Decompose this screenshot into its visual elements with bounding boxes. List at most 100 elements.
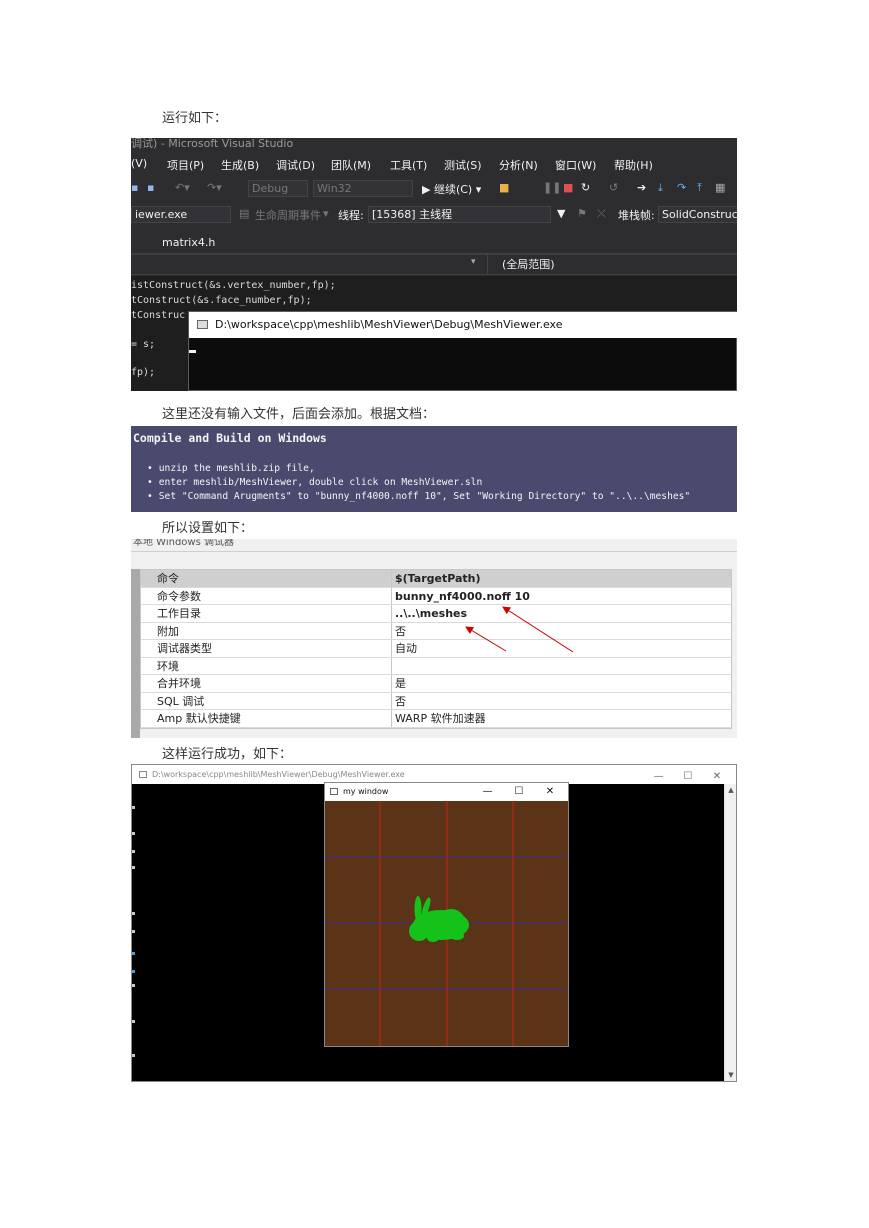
- my-window-title: my window: [343, 787, 389, 796]
- code-line: istConstruct(&s.vertex_number,fp);: [131, 280, 336, 291]
- show-next-statement-icon[interactable]: ↺: [609, 181, 618, 194]
- property-value[interactable]: 否: [392, 623, 731, 640]
- external-code-icon[interactable]: ⤬: [597, 207, 606, 221]
- step-arrow-icon[interactable]: ➔: [637, 181, 646, 194]
- lifecycle-events-label[interactable]: 生命周期事件: [255, 207, 321, 223]
- menu-item-team[interactable]: 团队(M): [331, 157, 371, 173]
- menu-item-test[interactable]: 测试(S): [444, 157, 482, 173]
- flag-toggle-icon[interactable]: ⚑: [577, 207, 587, 220]
- debugging-property-grid: 本地 Windows 调试器 命令 $(TargetPath) 命令参数 bunny_…: [131, 539, 737, 738]
- console-text-fragments: [132, 784, 136, 1081]
- save-all-icon[interactable]: ▪: [147, 181, 154, 194]
- console-app-icon: [197, 320, 208, 329]
- property-value[interactable]: 否: [392, 693, 731, 710]
- property-value[interactable]: $(TargetPath): [392, 570, 731, 587]
- paragraph-run-as-follows: 运行如下：: [162, 111, 228, 126]
- visual-studio-screenshot: 调试) - Microsoft Visual Studio (V) 项目(P) …: [131, 138, 737, 391]
- property-row[interactable]: 命令参数 bunny_nf4000.noff 10: [141, 587, 731, 605]
- undo-icon[interactable]: ↶▾: [175, 181, 190, 194]
- property-row[interactable]: 调试器类型 自动: [141, 640, 731, 658]
- process-select[interactable]: iewer.exe: [131, 206, 231, 223]
- chevron-down-icon[interactable]: ▾: [471, 257, 476, 267]
- scope-select[interactable]: (全局范围): [487, 255, 737, 275]
- maximize-icon[interactable]: ☐: [675, 767, 701, 786]
- property-name: 工作目录: [141, 605, 392, 622]
- menu-item-window[interactable]: 窗口(W): [555, 157, 596, 173]
- opengl-viewport[interactable]: [325, 801, 568, 1046]
- pause-icon[interactable]: ❚❚: [543, 181, 561, 194]
- documentation-box: Compile and Build on Windows unzip the m…: [131, 426, 737, 512]
- scroll-down-icon[interactable]: ▼: [725, 1071, 736, 1079]
- menu-item-help[interactable]: 帮助(H): [614, 157, 653, 173]
- meshviewer-run-screenshot: D:\workspace\cpp\meshlib\MeshViewer\Debu…: [131, 764, 737, 1082]
- vs-window-title: 调试) - Microsoft Visual Studio: [131, 138, 294, 150]
- hot-reload-icon[interactable]: ■: [499, 181, 509, 194]
- console-app-icon: [139, 771, 147, 778]
- minimize-icon[interactable]: —: [646, 767, 672, 786]
- tab-matrix4-h[interactable]: matrix4.h: [162, 236, 215, 249]
- console-window[interactable]: D:\workspace\cpp\meshlib\MeshViewer\Debu…: [188, 311, 737, 391]
- lifecycle-events-icon[interactable]: ▤: [239, 207, 249, 220]
- property-row[interactable]: Amp 默认快捷键 WARP 软件加速器: [141, 710, 731, 728]
- doc-steps-list: unzip the meshlib.zip file, enter meshli…: [147, 462, 690, 504]
- step-over-icon[interactable]: ↷: [677, 181, 686, 194]
- property-name: 附加: [141, 622, 392, 639]
- paragraph-no-input-file: 这里还没有输入文件，后面会添加。根据文档：: [162, 407, 436, 422]
- property-row[interactable]: 合并环境是: [141, 675, 731, 693]
- list-item: unzip the meshlib.zip file,: [147, 462, 690, 476]
- solution-platform-select[interactable]: Win32: [313, 180, 413, 197]
- property-name: 合并环境: [141, 675, 392, 692]
- menu-item-build[interactable]: 生成(B): [221, 157, 259, 173]
- meshviewer-console-title: D:\workspace\cpp\meshlib\MeshViewer\Debu…: [152, 770, 405, 779]
- menu-item-project[interactable]: 项目(P): [167, 157, 204, 173]
- property-name: 调试器类型: [141, 640, 392, 657]
- threads-icon[interactable]: ▦: [715, 181, 725, 194]
- property-name: SQL 调试: [141, 692, 392, 709]
- my-window[interactable]: my window — ☐ ✕: [324, 782, 569, 1047]
- property-value[interactable]: 自动: [392, 640, 731, 657]
- property-row[interactable]: 命令 $(TargetPath): [141, 570, 731, 588]
- property-value[interactable]: bunny_nf4000.noff 10: [392, 588, 731, 605]
- solution-config-select[interactable]: Debug: [248, 180, 308, 197]
- property-row[interactable]: SQL 调试否: [141, 692, 731, 710]
- console-title-bar[interactable]: D:\workspace\cpp\meshlib\MeshViewer\Debu…: [189, 312, 737, 338]
- vs-standard-toolbar: ▪ ▪ ↶▾ ↷▾ Debug Win32 ▶ 继续(C) ▾ ■ ❚❚ ■ ↻…: [131, 178, 737, 200]
- property-row[interactable]: 工作目录 ..\..\meshes: [141, 605, 731, 623]
- property-row[interactable]: 附加否: [141, 622, 731, 640]
- paragraph-settings: 所以设置如下：: [162, 521, 254, 536]
- stack-frame-select[interactable]: SolidConstruct: [658, 206, 737, 223]
- step-out-icon[interactable]: ⤒: [697, 181, 702, 195]
- minimize-icon[interactable]: —: [474, 783, 502, 801]
- close-icon[interactable]: ✕: [536, 783, 564, 801]
- code-line: tConstruc: [131, 310, 186, 321]
- redo-icon[interactable]: ↷▾: [207, 181, 222, 194]
- menu-item-view[interactable]: (V): [131, 157, 147, 170]
- my-window-title-bar[interactable]: my window — ☐ ✕: [325, 783, 568, 801]
- maximize-icon[interactable]: ☐: [505, 783, 533, 801]
- property-value[interactable]: 是: [392, 675, 731, 692]
- flag-thread-icon[interactable]: ▼: [557, 207, 565, 220]
- property-value[interactable]: ..\..\meshes: [392, 605, 731, 622]
- save-icon[interactable]: ▪: [131, 181, 138, 194]
- console-scrollbar[interactable]: ▲ ▼: [724, 784, 736, 1081]
- property-value[interactable]: WARP 软件加速器: [392, 710, 731, 727]
- thread-select[interactable]: [15368] 主线程: [368, 206, 551, 223]
- menu-item-debug[interactable]: 调试(D): [276, 157, 315, 173]
- doc-title: Compile and Build on Windows: [133, 431, 327, 445]
- menu-item-tools[interactable]: 工具(T): [390, 157, 427, 173]
- property-name: 命令: [141, 570, 392, 587]
- window-controls: — ☐ ✕: [646, 767, 730, 786]
- property-row[interactable]: 环境: [141, 657, 731, 675]
- menu-item-analyze[interactable]: 分析(N): [499, 157, 538, 173]
- stop-icon[interactable]: ■: [563, 181, 573, 194]
- restart-icon[interactable]: ↻: [581, 181, 590, 194]
- property-value[interactable]: [392, 658, 731, 675]
- navigation-bar: ▾ (全局范围): [131, 255, 737, 275]
- step-into-icon[interactable]: ⤓: [658, 181, 663, 195]
- property-grid-margin: [131, 569, 140, 738]
- scroll-up-icon[interactable]: ▲: [725, 786, 736, 794]
- code-line: tConstruct(&s.face_number,fp);: [131, 295, 312, 306]
- property-table: 命令 $(TargetPath) 命令参数 bunny_nf4000.noff 10 工…: [140, 569, 732, 729]
- continue-button[interactable]: ▶ 继续(C) ▾: [422, 181, 481, 197]
- debugger-header: 本地 Windows 调试器: [131, 539, 737, 552]
